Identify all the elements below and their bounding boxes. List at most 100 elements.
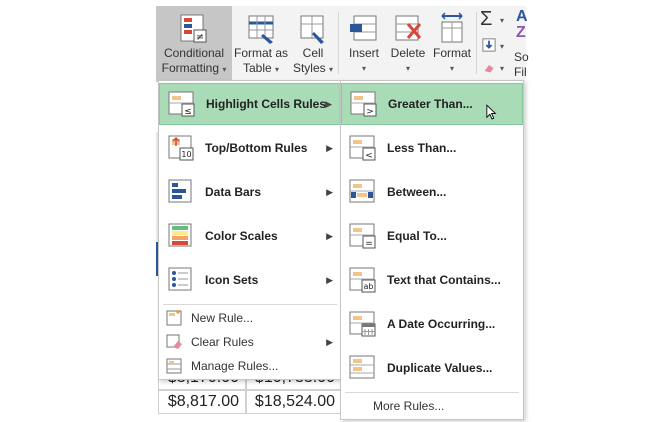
menu-item-color-scales[interactable]: Color Scales ▶ xyxy=(159,215,341,257)
menu-item-icon-sets[interactable]: Icon Sets ▶ xyxy=(159,259,341,301)
cell-styles-button[interactable]: Cell Styles ▾ xyxy=(290,6,336,82)
conditional-formatting-icon: ≠ xyxy=(180,14,207,43)
insert-label: Insert xyxy=(348,46,379,60)
top-bottom-icon-text: 10 xyxy=(181,150,191,159)
caret-icon: ▾ xyxy=(405,64,410,73)
more-rules-label: More Rules... xyxy=(373,399,445,413)
format-as-table-icon xyxy=(248,15,274,44)
submenu-item-text-that-contains[interactable]: ab Text that Contains... xyxy=(341,259,523,301)
caret-icon: ▾ xyxy=(275,65,280,74)
text-contains-icon: ab xyxy=(349,267,376,293)
ribbon-separator xyxy=(476,12,477,74)
sheet-cell[interactable]: $8,817.00 xyxy=(158,390,246,414)
menu-item-label: Manage Rules... xyxy=(191,359,279,373)
submenu-item-between[interactable]: Between... xyxy=(341,171,523,213)
menu-item-clear-rules[interactable]: Clear Rules ▶ xyxy=(159,330,341,354)
date-occurring-icon xyxy=(349,311,376,337)
icon-sets-icon xyxy=(168,267,192,291)
submenu-item-label: Between... xyxy=(387,185,447,199)
caret-icon: ▾ xyxy=(222,65,227,74)
svg-text:≠: ≠ xyxy=(196,32,204,43)
clear-icon[interactable] xyxy=(482,62,496,74)
submenu-item-label: Text that Contains... xyxy=(387,273,501,287)
submenu-item-more-rules[interactable]: More Rules... xyxy=(341,394,523,418)
text-contains-symbol: ab xyxy=(364,282,374,291)
submenu-item-date-occurring[interactable]: A Date Occurring... xyxy=(341,303,523,345)
submenu-item-label: Equal To... xyxy=(387,229,447,243)
submenu-item-duplicate-values[interactable]: Duplicate Values... xyxy=(341,347,523,389)
caret-icon: ▾ xyxy=(449,64,454,73)
conditional-formatting-label-1: Conditional xyxy=(163,46,225,60)
equal-to-icon: = xyxy=(349,223,376,249)
format-as-table-label-2: Table xyxy=(242,61,272,75)
submenu-arrow-icon: ▶ xyxy=(325,98,332,109)
submenu-item-equal-to[interactable]: = Equal To... xyxy=(341,215,523,257)
delete-cells-icon xyxy=(395,15,422,41)
manage-rules-icon xyxy=(166,358,182,374)
highlight-cells-icon: ≤ xyxy=(168,91,195,117)
color-scales-icon xyxy=(168,223,192,247)
format-as-table-label-1: Format as xyxy=(233,46,288,60)
ribbon-separator xyxy=(338,12,339,74)
fill-caret-icon[interactable]: ▾ xyxy=(500,42,504,51)
clear-caret-icon[interactable]: ▾ xyxy=(500,64,504,73)
top-bottom-icon: 10 xyxy=(168,135,194,161)
submenu-item-label: Greater Than... xyxy=(388,97,473,111)
new-rule-icon xyxy=(166,310,182,326)
fill-icon[interactable] xyxy=(482,38,496,52)
menu-item-new-rule[interactable]: New Rule... xyxy=(159,306,341,330)
greater-than-symbol: > xyxy=(366,107,374,117)
submenu-item-less-than[interactable]: < Less Than... xyxy=(341,127,523,169)
submenu-item-label: Duplicate Values... xyxy=(387,361,493,375)
menu-item-top-bottom-rules[interactable]: 10 Top/Bottom Rules ▶ xyxy=(159,127,341,169)
menu-item-label: Color Scales xyxy=(205,229,278,243)
menu-item-label: Data Bars xyxy=(205,185,262,199)
sheet-cell[interactable]: $18,524.00 xyxy=(246,390,342,414)
menu-separator xyxy=(345,392,519,393)
submenu-arrow-icon: ▶ xyxy=(326,230,333,241)
menu-item-highlight-cells-rules[interactable]: ≤ Highlight Cells Rules ▶ xyxy=(159,83,341,125)
submenu-item-label: A Date Occurring... xyxy=(387,317,496,331)
conditional-formatting-button[interactable]: ≠ Conditional Formatting ▾ xyxy=(156,6,232,82)
caret-icon: ▾ xyxy=(361,64,366,73)
format-cells-icon xyxy=(441,12,463,43)
submenu-item-greater-than[interactable]: > Greater Than... xyxy=(341,83,523,125)
cell-styles-icon xyxy=(300,15,324,44)
menu-separator xyxy=(163,304,337,305)
menu-item-manage-rules[interactable]: Manage Rules... xyxy=(159,354,341,378)
submenu-arrow-icon: ▶ xyxy=(326,186,333,197)
data-bars-icon xyxy=(168,179,192,203)
ribbon: ≠ Conditional Formatting ▾ Format as Tab… xyxy=(156,6,529,83)
menu-item-label: Clear Rules xyxy=(191,335,254,349)
cell-styles-label-2: Styles xyxy=(292,61,326,75)
sort-filter-label-2: Fil xyxy=(514,65,527,79)
caret-icon: ▾ xyxy=(329,65,334,74)
svg-text:≤: ≤ xyxy=(184,107,192,117)
menu-item-label: Top/Bottom Rules xyxy=(205,141,308,155)
autosum-icon[interactable]: Σ xyxy=(480,8,492,31)
sort-az-z-icon[interactable]: Z xyxy=(516,24,526,42)
less-than-icon: < xyxy=(349,135,376,161)
format-button[interactable]: Format ▾ xyxy=(430,6,474,82)
mouse-cursor-icon xyxy=(486,104,497,120)
format-as-table-button[interactable]: Format as Table ▾ xyxy=(232,6,290,82)
menu-item-data-bars[interactable]: Data Bars ▶ xyxy=(159,171,341,213)
insert-button[interactable]: Insert ▾ xyxy=(342,6,386,82)
menu-item-label: New Rule... xyxy=(191,311,254,325)
autosum-caret-icon[interactable]: ▾ xyxy=(500,16,504,25)
insert-cells-icon xyxy=(350,15,377,41)
duplicate-values-icon xyxy=(349,355,375,379)
less-than-symbol: < xyxy=(365,151,373,161)
cell-styles-label-1: Cell xyxy=(302,46,324,60)
menu-item-label: Icon Sets xyxy=(205,273,259,287)
submenu-arrow-icon: ▶ xyxy=(326,336,333,347)
equal-to-symbol: = xyxy=(365,239,373,249)
clear-rules-icon xyxy=(166,334,182,349)
submenu-arrow-icon: ▶ xyxy=(326,274,333,285)
menu-item-label: Highlight Cells Rules xyxy=(206,97,327,111)
sort-filter-label-1: So xyxy=(514,50,529,64)
delete-button[interactable]: Delete ▾ xyxy=(386,6,430,82)
conditional-formatting-menu: ≤ Highlight Cells Rules ▶ 10 Top/Bottom … xyxy=(158,80,342,380)
submenu-item-label: Less Than... xyxy=(387,141,457,155)
conditional-formatting-label-2: Formatting xyxy=(161,61,219,75)
